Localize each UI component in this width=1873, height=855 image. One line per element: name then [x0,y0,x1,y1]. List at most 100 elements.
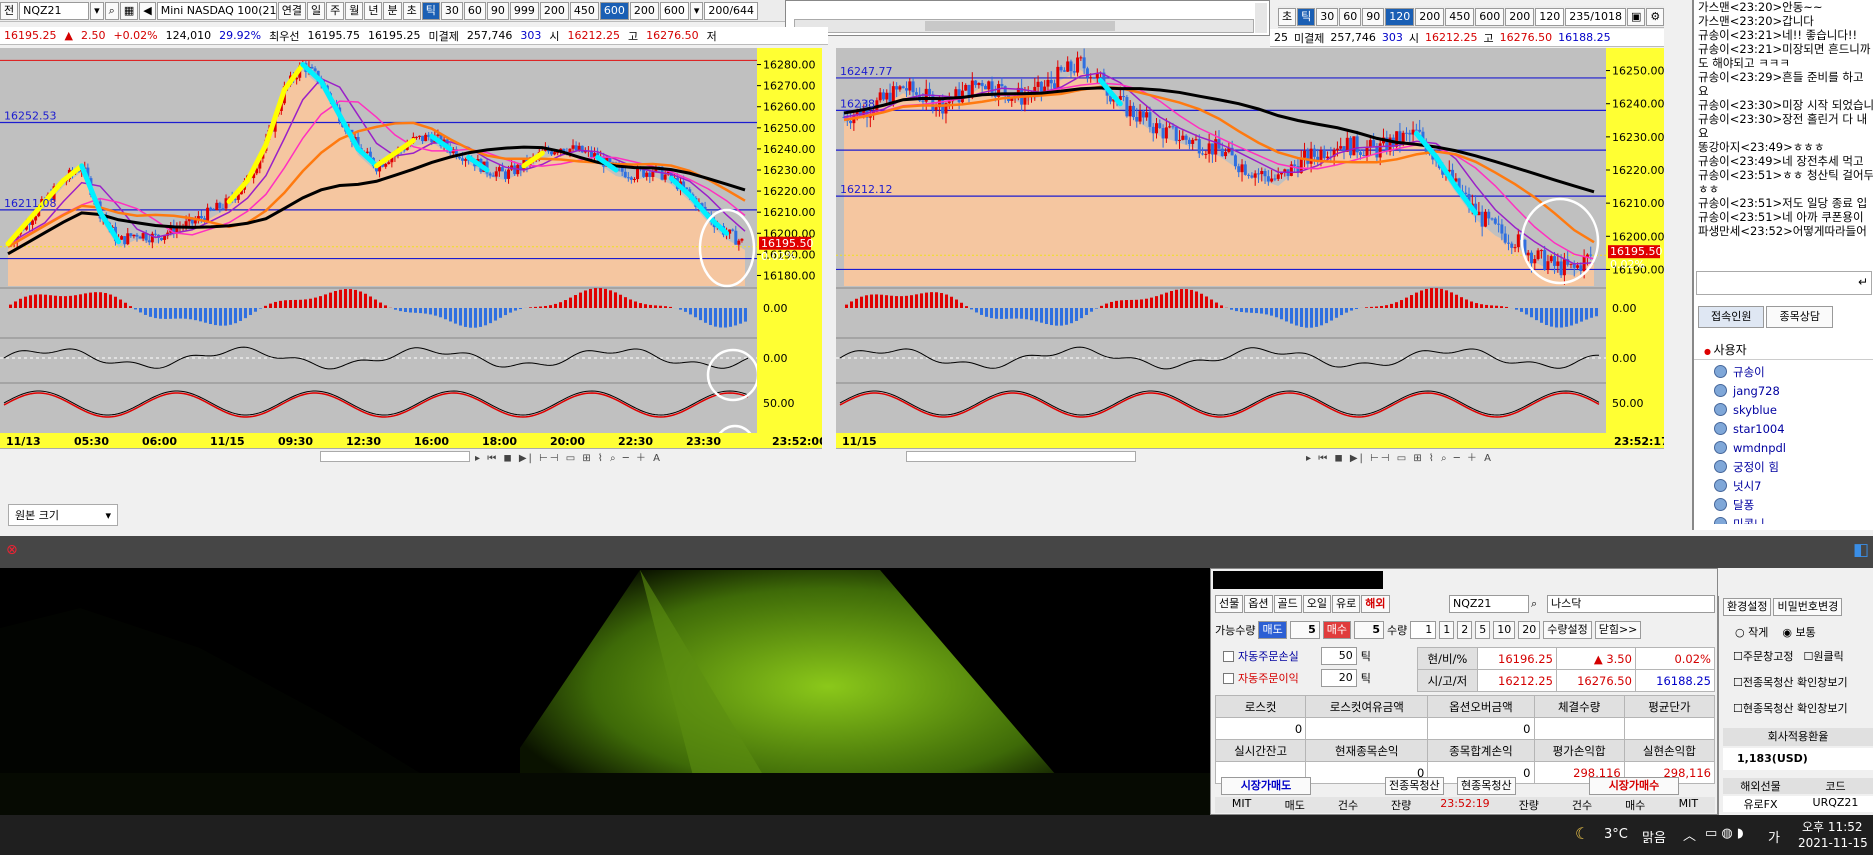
chevron-up-icon[interactable]: ︿ [1683,825,1696,844]
password-change-button[interactable]: 비밀번호변경 [1773,598,1843,616]
tick-90[interactable]: 90 [1362,7,1385,26]
user-list-item[interactable]: jang728 [1694,381,1873,400]
tick-450[interactable]: 450 [1445,7,1475,26]
period-tick[interactable]: 틱 [1297,7,1316,26]
qty-10[interactable]: 10 [1493,621,1516,639]
size-select[interactable]: 원본 크기 ▾ [8,504,118,526]
tick-600[interactable]: 600 [599,1,629,20]
radio-small[interactable]: ○ 작게 [1735,624,1768,640]
chevron-down-icon[interactable]: ▾ [689,1,704,20]
user-list-item[interactable]: 규송이 [1694,362,1873,381]
data-count[interactable]: 235/1018 [1565,7,1626,26]
period-year[interactable]: 년 [364,1,383,20]
check-fix-order[interactable]: ☐주문창고정 [1733,648,1793,664]
tray-icons[interactable]: ▭ ◍ ◗ [1705,826,1744,841]
tab-all[interactable]: 전 [0,1,19,20]
period-second[interactable]: 초 [1278,7,1297,26]
speaker-icon[interactable]: ◀ [139,1,156,20]
user-list-item[interactable]: skyblue [1694,400,1873,419]
tick-120[interactable]: 120 [1385,7,1415,26]
tick-60[interactable]: 60 [1339,7,1362,26]
tick-999[interactable]: 999 [509,1,539,20]
horizontal-scrollbar[interactable] [794,19,1254,33]
clear-all-button[interactable]: 전종목청산 [1385,777,1444,795]
scroll-arrow-icon[interactable] [1255,3,1267,33]
user-list-item[interactable]: 달퐁 [1694,495,1873,514]
gear-icon[interactable]: ⚙ [1646,7,1664,26]
period-tick[interactable]: 틱 [421,1,440,20]
tab-oil[interactable]: 오일 [1302,595,1331,613]
qty-20[interactable]: 20 [1518,621,1541,639]
market-buy-button[interactable]: 시장가매수 [1589,777,1679,795]
auto-loss-input[interactable]: 50 [1320,647,1357,665]
confirm-current[interactable]: ☐현종목청산 확인창보기 [1733,700,1848,716]
scroll-track[interactable] [320,451,470,462]
tick-200[interactable]: 200 [1415,7,1445,26]
env-settings-button[interactable]: 환경설정 [1723,598,1772,616]
tick-combo[interactable]: 120 [1535,7,1565,26]
enter-icon[interactable]: ↵ [1858,275,1868,289]
tick-600[interactable]: 600 [1475,7,1505,26]
radio-normal[interactable]: ◉ 보통 [1782,624,1815,640]
period-day[interactable]: 일 [306,1,326,20]
tab-stock-talk[interactable]: 종목상담 [1766,306,1833,328]
chart-tools-icons[interactable]: ▸ ⏮ ◼ ▶| ⊢⊣ ▭ ⊞ ⌇ ⌕ ─ ＋ A [1306,449,1493,464]
user-list-item[interactable]: wmdnpdl [1694,438,1873,457]
clear-current-button[interactable]: 현종목청산 [1457,777,1516,795]
tab-futures[interactable]: 선물 [1215,595,1244,613]
tick-30[interactable]: 30 [440,1,463,20]
tick-200b[interactable]: 200 [629,1,659,20]
auto-profit-input[interactable]: 20 [1320,669,1357,687]
scroll-thumb[interactable] [925,21,1115,31]
chat-input[interactable]: ↵ [1696,271,1872,295]
checkbox[interactable] [1223,650,1234,662]
period-month[interactable]: 월 [345,1,364,20]
user-list-item[interactable]: 궁정이 힘 [1694,457,1873,476]
search-icon[interactable]: ⌕ [1531,597,1537,611]
tick-200[interactable]: 200 [539,1,569,20]
market-sell-button[interactable]: 시장가매도 [1221,777,1311,795]
tab-overseas[interactable]: 해외 [1361,595,1390,613]
tick-60[interactable]: 60 [463,1,486,20]
scroll-track[interactable] [906,451,1136,462]
right-chart-svg[interactable]: 16247.77 16212.12 16238 [836,48,1606,433]
qty-input[interactable]: 1 [1410,621,1437,639]
order-symbol-select[interactable]: NQZ21 [1449,595,1529,613]
qty-setting-button[interactable]: 수량설정 [1543,621,1592,639]
left-chart-svg[interactable]: 16252.53 16211.08 [0,48,757,433]
tick-200b[interactable]: 200 [1505,7,1535,26]
list-row[interactable]: 유로FX URQZ21 [1723,796,1873,812]
tick-90[interactable]: 90 [486,1,509,20]
tab-connected-users[interactable]: 접속인원 [1698,306,1765,328]
period-link[interactable]: 연결 [277,1,306,20]
close-panel-button[interactable]: 닫힘>> [1594,621,1642,639]
order-symbol-name[interactable]: 나스닥 [1547,595,1715,613]
tick-30[interactable]: 30 [1316,7,1339,26]
confirm-all[interactable]: ☐전종목청산 확인창보기 [1733,674,1848,690]
period-week[interactable]: 주 [326,1,345,20]
ime-indicator[interactable]: 가 [1768,827,1780,846]
save-icon[interactable]: ▣ [1626,7,1646,26]
chart-tools-icons[interactable]: ▸ ⏮ ◼ ▶| ⊢⊣ ▭ ⊞ ⌇ ⌕ ─ ＋ A [475,449,662,464]
period-minute[interactable]: 분 [383,1,402,20]
tab-euro[interactable]: 유로 [1332,595,1361,613]
check-one-click[interactable]: ☐원클릭 [1803,648,1843,664]
chevron-down-icon[interactable]: ▾ [90,1,104,20]
qty-2[interactable]: 2 [1457,621,1473,639]
right-price-chart[interactable]: 16247.77 16212.12 16238 [836,48,1606,433]
tick-450[interactable]: 450 [569,1,599,20]
period-second[interactable]: 초 [402,1,421,20]
tab-gold[interactable]: 골드 [1273,595,1302,613]
symbol-input[interactable]: NQZ21 [19,1,90,20]
app-red-icon[interactable]: ⊗ [6,542,18,558]
tab-options[interactable]: 옵션 [1244,595,1273,613]
settings-icon[interactable]: ▦ [119,1,139,20]
data-count[interactable]: 200/644 [704,1,759,20]
left-price-chart[interactable]: 16252.53 16211.08 [0,48,757,433]
qty-1[interactable]: 1 [1439,621,1455,639]
tick-combo[interactable]: 600 [659,1,689,20]
right-chart-scrollbar[interactable]: ▸ ⏮ ◼ ▶| ⊢⊣ ▭ ⊞ ⌇ ⌕ ─ ＋ A [836,448,1664,464]
sell-button[interactable]: 매도 [1258,621,1287,639]
qty-5[interactable]: 5 [1475,621,1491,639]
window-layout-icon[interactable]: ◧ [1853,540,1869,560]
